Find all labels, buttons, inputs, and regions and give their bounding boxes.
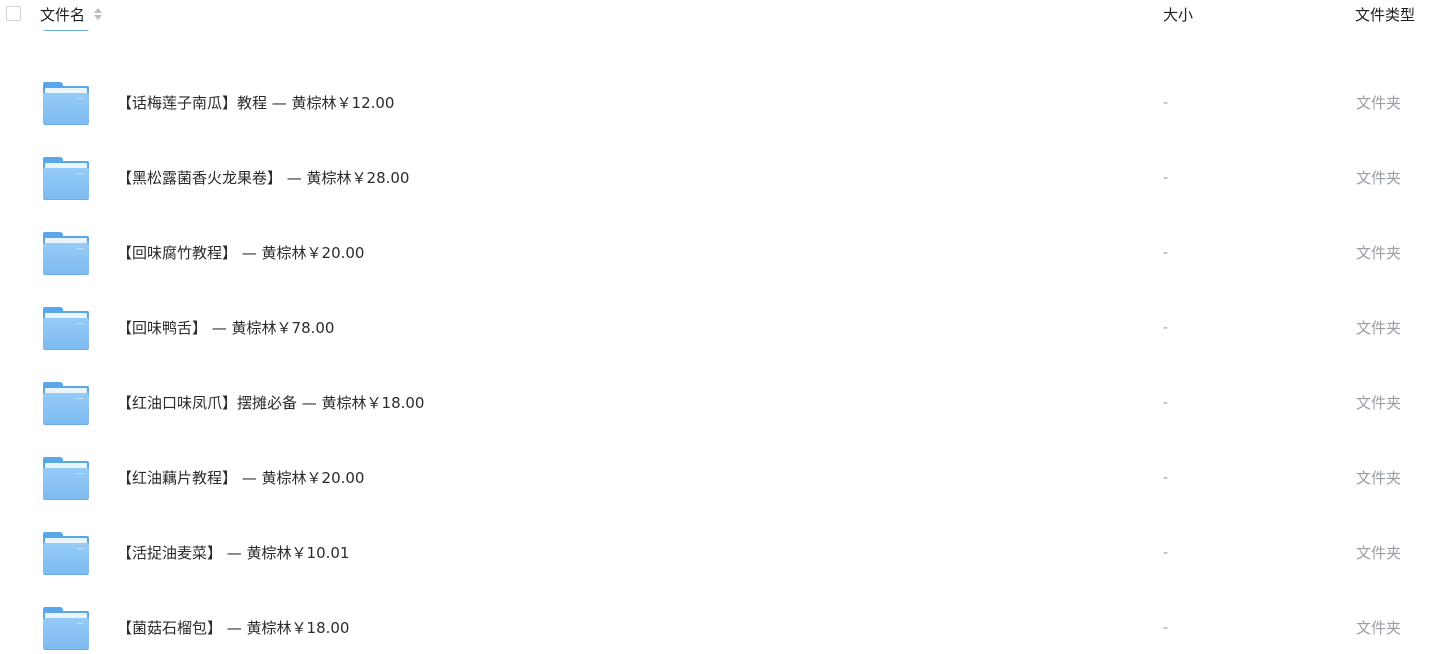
file-type: 文件夹 [1356,169,1402,187]
file-type: 文件夹 [1356,544,1402,562]
file-row[interactable]: 【菌菇石榴包】 — 黄棕林￥18.00 - 文件夹 [0,589,1430,654]
file-row[interactable]: 【红油口味凤爪】摆摊必备 — 黄棕林￥18.00 - 文件夹 [0,364,1430,439]
file-row[interactable]: 【回味腐竹教程】 — 黄棕林￥20.00 - 文件夹 [0,214,1430,289]
file-type: 文件夹 [1356,619,1402,637]
column-header-size: 大小 [1163,6,1194,24]
folder-icon [43,532,89,574]
file-row[interactable]: 【活捉油麦菜】 — 黄棕林￥10.01 - 文件夹 [0,514,1430,589]
folder-icon [43,82,89,124]
file-name[interactable]: 【菌菇石榴包】 — 黄棕林￥18.00 [117,618,349,638]
folder-icon [43,232,89,274]
file-name[interactable]: 【回味鸭舌】 — 黄棕林￥78.00 [117,318,334,338]
file-size: - [1163,320,1169,336]
folder-icon [43,457,89,499]
file-type: 文件夹 [1356,244,1402,262]
file-row[interactable]: 【红油藕片教程】 — 黄棕林￥20.00 - 文件夹 [0,439,1430,514]
file-type: 文件夹 [1356,319,1402,337]
folder-icon [43,157,89,199]
file-size: - [1163,620,1169,636]
file-row[interactable]: 【回味鸭舌】 — 黄棕林￥78.00 - 文件夹 [0,289,1430,364]
folder-icon [43,382,89,424]
file-type: 文件夹 [1356,394,1402,412]
folder-icon [43,307,89,349]
file-name[interactable]: 【话梅莲子南瓜】教程 — 黄棕林￥12.00 [117,93,394,113]
file-name[interactable]: 【活捉油麦菜】 — 黄棕林￥10.01 [117,543,349,563]
column-header-type: 文件类型 [1355,6,1416,24]
file-type: 文件夹 [1356,469,1402,487]
file-size: - [1163,245,1169,261]
folder-icon [43,607,89,649]
column-header-name[interactable]: 文件名 [40,5,85,25]
file-name[interactable]: 【回味腐竹教程】 — 黄棕林￥20.00 [117,243,364,263]
file-name[interactable]: 【红油藕片教程】 — 黄棕林￥20.00 [117,468,364,488]
select-all-checkbox[interactable] [6,6,21,21]
file-size: - [1163,545,1169,561]
file-row[interactable]: 【话梅莲子南瓜】教程 — 黄棕林￥12.00 - 文件夹 [0,64,1430,139]
file-name[interactable]: 【黑松露菌香火龙果卷】 — 黄棕林￥28.00 [117,168,409,188]
list-header: 文件名 大小 文件类型 [0,0,1430,30]
file-list-page: 【话梅莲子南瓜】教程 — 黄棕林￥12.00 - 文件夹 【黑松露菌香火龙果卷】… [0,0,1430,654]
file-size: - [1163,470,1169,486]
file-list: 【话梅莲子南瓜】教程 — 黄棕林￥12.00 - 文件夹 【黑松露菌香火龙果卷】… [0,0,1430,654]
file-size: - [1163,170,1169,186]
file-row[interactable]: 【黑松露菌香火龙果卷】 — 黄棕林￥28.00 - 文件夹 [0,139,1430,214]
file-size: - [1163,95,1169,111]
file-name[interactable]: 【红油口味凤爪】摆摊必备 — 黄棕林￥18.00 [117,393,424,413]
file-type: 文件夹 [1356,94,1402,112]
sort-icon[interactable] [94,8,103,22]
file-size: - [1163,395,1169,411]
